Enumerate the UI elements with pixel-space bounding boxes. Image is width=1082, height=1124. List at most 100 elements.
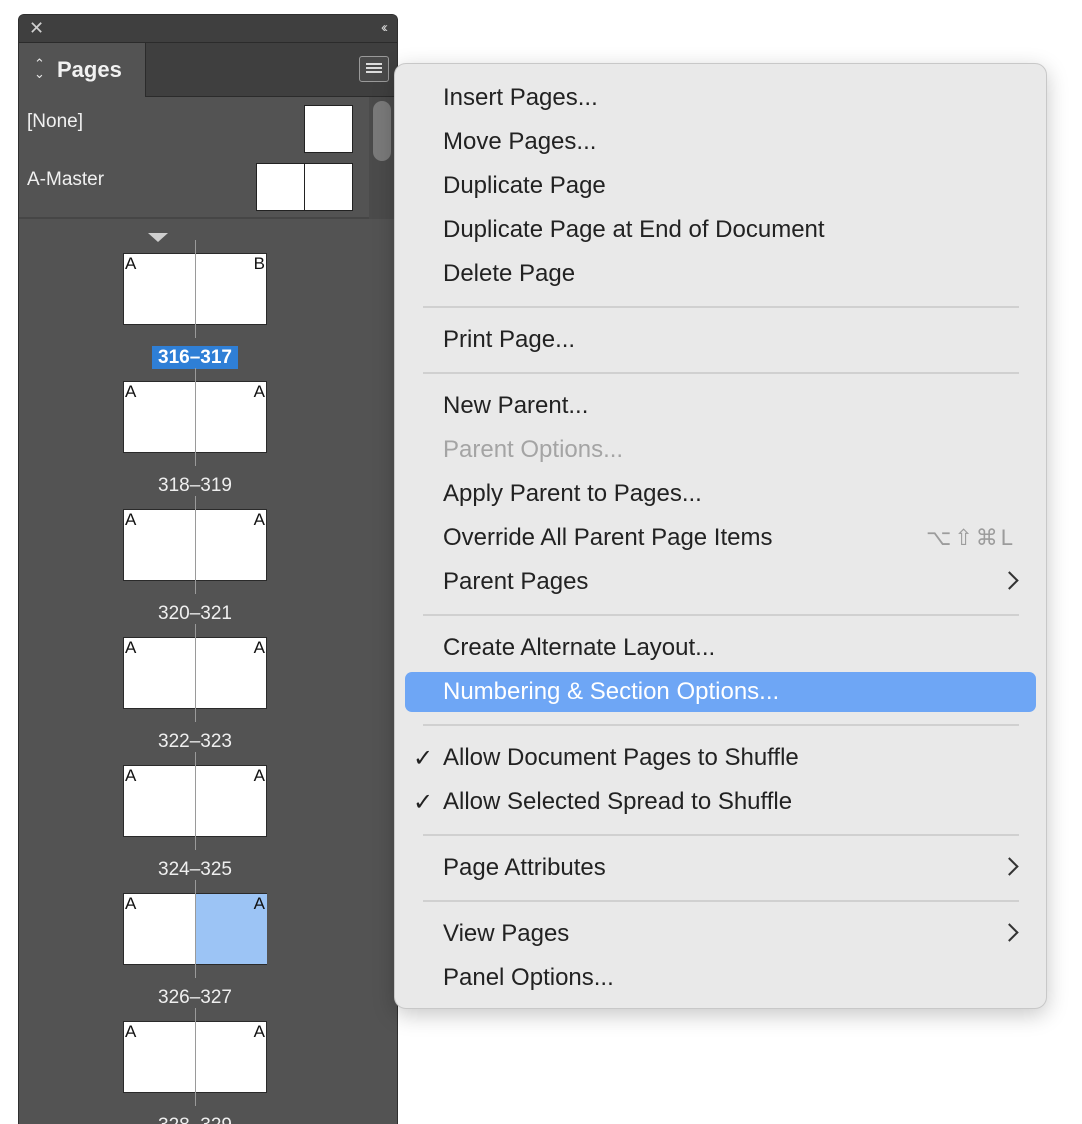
menu-item-numbering-and-section-options[interactable]: Numbering & Section Options... <box>405 672 1036 712</box>
right-parent-letter: A <box>253 638 265 657</box>
panel-titlebar: ✕ ‹‹ <box>19 15 397 43</box>
menu-item-create-alternate-layout[interactable]: Create Alternate Layout... <box>405 628 1036 668</box>
menu-item-duplicate-page-at-end-of-document[interactable]: Duplicate Page at End of Document <box>405 210 1036 250</box>
spread-spine <box>195 624 196 722</box>
menu-item-label: Numbering & Section Options... <box>443 678 780 705</box>
menu-item-view-pages[interactable]: View Pages <box>405 914 1036 954</box>
collapse-panel-icon[interactable]: ‹‹ <box>381 19 388 37</box>
menu-item-label: Panel Options... <box>443 964 614 991</box>
left-parent-letter: A <box>125 1022 137 1041</box>
master-none-thumbnail[interactable] <box>304 105 353 153</box>
tab-pages-label: Pages <box>57 57 122 82</box>
spread-page-numbers-text: 318–319 <box>158 475 232 496</box>
master-a-label[interactable]: A-Master <box>27 169 104 191</box>
menu-separator <box>423 306 1019 308</box>
left-parent-letter: A <box>125 382 137 401</box>
page-spread-thumbnail[interactable]: AA <box>123 368 267 466</box>
spread-spine <box>195 752 196 850</box>
master-a-left-thumbnail[interactable] <box>256 163 305 211</box>
menu-item-apply-parent-to-pages[interactable]: Apply Parent to Pages... <box>405 474 1036 514</box>
menu-item-label: Move Pages... <box>443 128 597 155</box>
left-parent-letter: A <box>125 254 137 273</box>
panel-tabstrip: ⌃ ⌄ Pages <box>19 43 397 97</box>
page-spread-thumbnail[interactable]: AB <box>123 240 267 338</box>
master-a-right-thumbnail[interactable] <box>304 163 353 211</box>
menu-item-label: Apply Parent to Pages... <box>443 480 702 507</box>
keyboard-shortcut: ⌥⇧⌘L <box>925 525 1016 550</box>
close-icon[interactable]: ✕ <box>29 18 44 38</box>
pages-panel-menu: Insert Pages... Move Pages... Duplicate Pa… <box>394 63 1047 1009</box>
menu-item-label: Page Attributes <box>443 854 606 881</box>
chevron-right-icon <box>1000 571 1019 590</box>
spread-page-numbers-text: 322–323 <box>158 731 232 752</box>
menu-separator <box>423 614 1019 616</box>
spread-page-numbers[interactable]: 328–329 <box>123 1115 267 1124</box>
spread-spine <box>195 880 196 978</box>
menu-item-label: View Pages <box>443 920 570 947</box>
menu-item-delete-page[interactable]: Delete Page <box>405 254 1036 294</box>
menu-item-label: Parent Pages <box>443 568 589 595</box>
spread-page-numbers[interactable]: 324–325 <box>123 859 267 881</box>
spread-page-numbers-text: 328–329 <box>152 1114 238 1124</box>
right-parent-letter: A <box>253 766 265 785</box>
page-spread-thumbnail[interactable]: AA <box>123 880 267 978</box>
menu-separator <box>423 900 1019 902</box>
menu-item-allow-document-pages-to-shuffle[interactable]: ✓ Allow Document Pages to Shuffle <box>405 738 1036 778</box>
spread-spine <box>195 368 196 466</box>
menu-item-move-pages[interactable]: Move Pages... <box>405 122 1036 162</box>
chevron-right-icon <box>1000 923 1019 942</box>
menu-item-page-attributes[interactable]: Page Attributes <box>405 848 1036 888</box>
spread-page-numbers-text: 320–321 <box>158 603 232 624</box>
tab-pages[interactable]: ⌃ ⌄ Pages <box>19 43 146 97</box>
checkmark-icon: ✓ <box>413 745 434 772</box>
right-parent-letter: A <box>253 1022 265 1041</box>
menu-item-parent-options: Parent Options... <box>405 430 1036 470</box>
spread-spine <box>195 1008 196 1106</box>
master-none-label[interactable]: [None] <box>27 111 83 133</box>
menu-item-label: Override All Parent Page Items <box>443 524 773 551</box>
right-parent-letter: A <box>253 894 265 913</box>
menu-item-label: Duplicate Page at End of Document <box>443 216 825 243</box>
menu-item-label: Delete Page <box>443 260 576 287</box>
menu-separator <box>423 724 1019 726</box>
right-parent-letter: A <box>253 510 265 529</box>
spread-page-numbers[interactable]: 318–319 <box>123 475 267 497</box>
menu-item-parent-pages[interactable]: Parent Pages <box>405 562 1036 602</box>
pages-panel: ✕ ‹‹ ⌃ ⌄ Pages [None] A-Master A B 316–317 A… <box>18 14 398 1124</box>
spread-page-numbers[interactable]: 322–323 <box>123 731 267 753</box>
panel-menu-button[interactable] <box>359 56 389 82</box>
left-parent-letter: A <box>125 894 137 913</box>
spread-page-numbers[interactable]: 320–321 <box>123 603 267 625</box>
menu-item-label: Print Page... <box>443 326 576 353</box>
scrollbar-thumb[interactable] <box>373 101 391 161</box>
right-parent-letter: A <box>253 382 265 401</box>
menu-item-insert-pages[interactable]: Insert Pages... <box>405 78 1036 118</box>
document-pages-area: A B 316–317 A A 318–319 A A 320–321 A A 322–323 A A 32… <box>19 221 397 1124</box>
left-parent-letter: A <box>125 510 137 529</box>
hamburger-icon <box>366 63 382 65</box>
page-spread-thumbnail[interactable]: AA <box>123 496 267 594</box>
spread-page-numbers-text: 324–325 <box>158 859 232 880</box>
menu-item-print-page[interactable]: Print Page... <box>405 320 1036 360</box>
spread-page-numbers[interactable]: 316–317 <box>123 346 267 369</box>
left-parent-letter: A <box>125 638 137 657</box>
checkmark-icon: ✓ <box>413 789 434 816</box>
menu-separator <box>423 834 1019 836</box>
spread-page-numbers-text: 326–327 <box>158 987 232 1008</box>
menu-item-panel-options[interactable]: Panel Options... <box>405 958 1036 998</box>
menu-separator <box>423 372 1019 374</box>
spread-page-numbers-text: 316–317 <box>152 346 238 369</box>
page-spread-thumbnail[interactable]: AA <box>123 752 267 850</box>
menu-item-allow-selected-spread-to-shuffle[interactable]: ✓ Allow Selected Spread to Shuffle <box>405 782 1036 822</box>
menu-item-label: Create Alternate Layout... <box>443 634 716 661</box>
menu-item-duplicate-page[interactable]: Duplicate Page <box>405 166 1036 206</box>
menu-item-new-parent[interactable]: New Parent... <box>405 386 1036 426</box>
menu-item-override-all-parent-page-items[interactable]: Override All Parent Page Items ⌥⇧⌘L <box>405 518 1036 558</box>
chevron-right-icon <box>1000 857 1019 876</box>
spread-page-numbers[interactable]: 326–327 <box>123 987 267 1009</box>
expand-collapse-icon: ⌃ ⌄ <box>34 56 45 81</box>
page-spread-thumbnail[interactable]: AA <box>123 624 267 722</box>
spread-spine <box>195 496 196 594</box>
page-spread-thumbnail[interactable]: AA <box>123 1008 267 1106</box>
menu-item-label: Allow Selected Spread to Shuffle <box>443 788 793 815</box>
